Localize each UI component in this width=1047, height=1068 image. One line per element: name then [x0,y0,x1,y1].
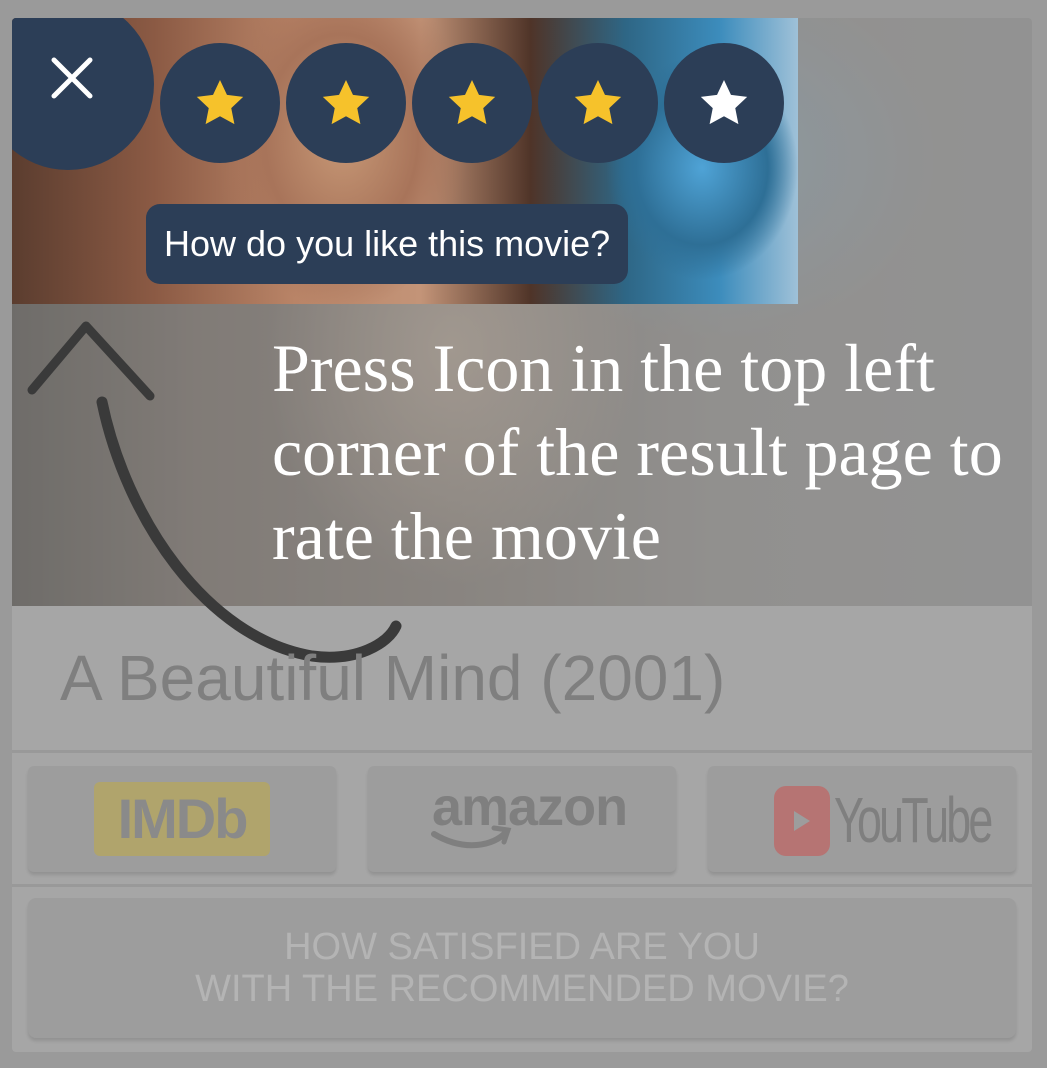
divider [12,884,1032,887]
amazon-button[interactable]: amazon [368,766,676,872]
youtube-logo-text: YouTube [834,784,993,856]
close-icon [51,57,93,99]
star-rating-3[interactable] [412,43,532,163]
satisfaction-line-1: HOW SATISFIED ARE YOU [284,926,760,968]
youtube-button[interactable]: YouTube [708,766,1016,872]
rating-popup: How do you like this movie? [12,18,798,304]
star-rating-1[interactable] [160,43,280,163]
star-icon [196,80,244,125]
amazon-smile-icon [431,825,512,849]
star-icon [574,80,622,125]
star-icon [448,80,496,125]
star-rating-4[interactable] [538,43,658,163]
movie-result-card: How do you like this movie? Press Icon i… [12,18,1032,1052]
satisfaction-button[interactable]: HOW SATISFIED ARE YOU WITH THE RECOMMEND… [28,898,1016,1038]
close-button[interactable] [12,18,154,170]
movie-title: A Beautiful Mind (2001) [60,642,726,714]
star-rating-5[interactable] [664,43,784,163]
satisfaction-line-2: WITH THE RECOMMENDED MOVIE? [195,968,849,1010]
star-icon [322,80,370,125]
imdb-logo: IMDb [94,782,270,856]
youtube-play-icon [774,786,830,856]
movie-title-row: A Beautiful Mind (2001) [12,606,1032,753]
star-icon [700,80,748,125]
imdb-button[interactable]: IMDb [28,766,336,872]
star-rating-2[interactable] [286,43,406,163]
rating-prompt: How do you like this movie? [146,204,629,284]
